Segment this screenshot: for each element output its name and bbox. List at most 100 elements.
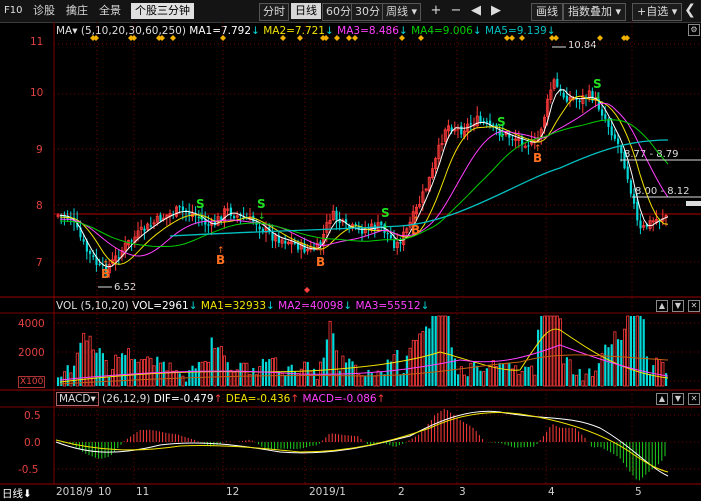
- candle-body: [258, 226, 261, 230]
- volume-bar: [591, 376, 595, 387]
- candle-body: [610, 126, 613, 136]
- volume-bar: [546, 315, 550, 387]
- candle-body: [82, 239, 85, 242]
- volume-bar: [252, 367, 255, 386]
- volume-bar: [396, 349, 399, 386]
- volume-bar: [185, 381, 188, 386]
- signal-diamond: [519, 35, 525, 41]
- candle-body: [284, 240, 287, 244]
- volume-bar: [473, 361, 476, 386]
- candle-body: [143, 228, 146, 232]
- volume-bar: [124, 354, 127, 386]
- candle-body: [613, 134, 616, 139]
- candle-body: [149, 225, 152, 227]
- signal-diamond: [597, 35, 603, 41]
- volume-bar: [168, 362, 172, 387]
- volume-bar: [581, 380, 585, 387]
- sell-signal: S: [381, 206, 390, 220]
- signal-diamond: [553, 35, 559, 41]
- candle-body: [229, 207, 232, 216]
- candle-body: [130, 240, 133, 242]
- volume-bar: [527, 367, 530, 386]
- volume-bar: [604, 344, 607, 386]
- volume-bar: [206, 361, 210, 387]
- volume-bar: [428, 328, 431, 386]
- sell-signal: S: [497, 115, 506, 129]
- volume-bar: [466, 376, 469, 386]
- volume-bar: [482, 371, 486, 387]
- volume-bar: [524, 366, 527, 386]
- sell-signal: S: [257, 197, 266, 211]
- kline-chart[interactable]: B↑ B↑B↑B↑B↑S↓S↓ S↓S↓S↓: [0, 0, 701, 500]
- candle-body: [92, 255, 95, 257]
- candle-body: [98, 263, 101, 265]
- volume-bar: [332, 333, 335, 386]
- volume-bar: [476, 365, 479, 386]
- candle-body: [460, 125, 463, 135]
- signal-arrow: ↑: [412, 216, 420, 226]
- volume-bar: [66, 365, 69, 386]
- volume-bar: [91, 349, 95, 387]
- candle-body: [389, 235, 392, 239]
- volume-bar: [639, 316, 642, 386]
- volume-bar: [245, 362, 249, 387]
- volume-bar: [104, 360, 108, 387]
- volume-bar: [453, 358, 456, 386]
- candle-body: [335, 210, 338, 221]
- ma2-line: [59, 95, 669, 265]
- volume-bar: [197, 362, 200, 386]
- candle-body: [562, 92, 565, 98]
- candle-body: [620, 145, 623, 154]
- candle-body: [511, 138, 514, 141]
- candle-body: [479, 115, 482, 123]
- volume-bar: [447, 316, 450, 386]
- candle-body: [556, 78, 559, 87]
- signal-arrow: ↓: [594, 92, 602, 102]
- candle-body: [565, 95, 568, 102]
- volume-bar: [434, 316, 437, 386]
- volume-bar: [239, 362, 242, 386]
- signal-diamond: [399, 35, 405, 41]
- volume-bar: [191, 365, 194, 386]
- volume-bar: [380, 371, 383, 386]
- volume-bar: [530, 365, 534, 387]
- volume-bar: [665, 373, 668, 386]
- signal-diamond: [624, 35, 630, 41]
- candle-body: [233, 216, 236, 219]
- dif-line: [55, 410, 669, 477]
- volume-bar: [313, 368, 316, 386]
- candle-body: [469, 123, 472, 125]
- signal-diamond: [220, 35, 226, 41]
- volume-bar: [488, 365, 492, 387]
- candle-body: [601, 109, 604, 116]
- volume-bar: [584, 373, 588, 387]
- volume-bar: [364, 375, 367, 386]
- volume-bar: [635, 315, 639, 387]
- candle-body: [386, 232, 389, 235]
- volume-bar: [210, 337, 213, 386]
- volume-bar: [485, 368, 488, 386]
- volume-bar: [146, 356, 150, 387]
- candle-body: [636, 201, 639, 221]
- volume-bar: [613, 331, 617, 387]
- volume-bar: [437, 315, 441, 387]
- candle-body: [89, 250, 92, 254]
- volume-bar: [620, 340, 623, 386]
- volume-bar: [219, 346, 223, 387]
- volume-bar: [309, 370, 313, 387]
- volume-bar: [334, 350, 338, 387]
- volume-bar: [661, 361, 665, 387]
- volume-bar: [411, 339, 415, 387]
- volume-bar: [607, 347, 610, 386]
- vol-ma2-line: [59, 344, 669, 381]
- signal-arrow: ↑: [217, 246, 225, 256]
- candle-body: [485, 121, 488, 123]
- candle-body: [354, 223, 357, 226]
- signal-diamond: [352, 35, 358, 41]
- candle-body: [207, 224, 210, 226]
- volume-bar: [479, 370, 482, 386]
- volume-bar: [341, 355, 345, 387]
- volume-bar: [552, 315, 556, 387]
- volume-bar: [162, 361, 165, 386]
- volume-bar: [504, 363, 508, 387]
